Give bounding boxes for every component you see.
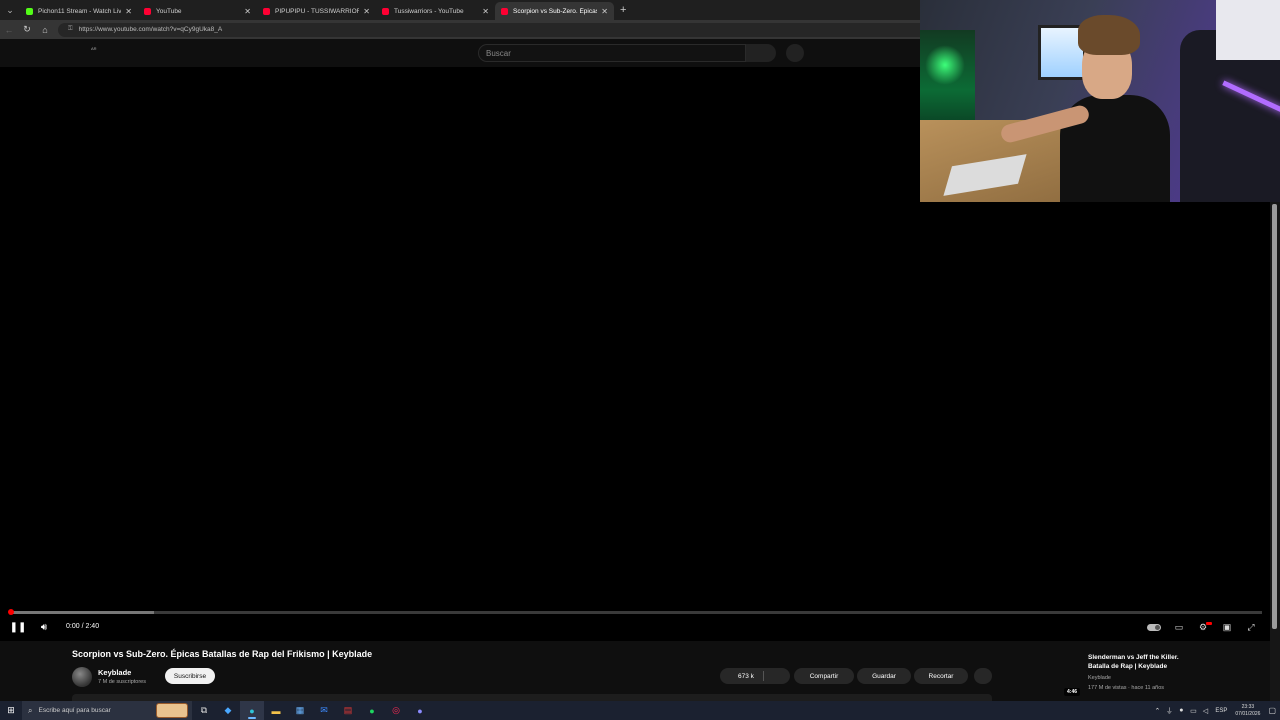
show-hidden-icons-chevron-icon[interactable]: ⌃ (1151, 707, 1163, 715)
tab-close-icon[interactable]: ✕ (244, 7, 251, 16)
search-icon: ⌕ (28, 705, 33, 715)
search-input[interactable]: Buscar (478, 44, 746, 62)
volume-tray-icon[interactable]: ◁ (1199, 707, 1211, 715)
video-title: Scorpion vs Sub-Zero. Épicas Batallas de… (72, 649, 373, 659)
hd-badge (1206, 622, 1212, 625)
news-app-icon[interactable]: ▤ (336, 701, 360, 720)
system-tray: ⌃ ⏚ ● ▭ ◁ ESP 23:33 07/01/2026 ▢ (1151, 701, 1280, 720)
tab-tussiwarriors[interactable]: Tussiwarriors - YouTube ✕ (376, 2, 495, 20)
like-count[interactable]: 673 k (738, 673, 754, 680)
spotify-icon[interactable]: ● (360, 701, 384, 720)
opera-gx-icon[interactable]: ◎ (384, 701, 408, 720)
kick-favicon-icon (26, 7, 33, 15)
progress-bar[interactable] (8, 609, 1262, 615)
notifications-icon[interactable]: ▢ (1268, 706, 1276, 715)
tab-close-icon[interactable]: ✕ (482, 7, 489, 16)
tab-kick-stream[interactable]: Pichon11 Stream - Watch Live on ✕ (20, 2, 138, 20)
channel-name[interactable]: Keyblade (98, 668, 131, 677)
like-divider (763, 671, 764, 681)
recommended-meta: 177 M de vistas · hace 11 años (1088, 685, 1165, 691)
webcam-green-light (925, 45, 965, 85)
video-details: Scorpion vs Sub-Zero. Épicas Batallas de… (0, 641, 1270, 701)
clock[interactable]: 23:33 07/01/2026 (1235, 704, 1260, 717)
usb-icon[interactable]: ⏚ (1163, 706, 1175, 716)
tab-pipupipu[interactable]: PIPUPIPU - TUSSIWARRIORS (VIDE ✕ (257, 2, 376, 20)
description-box[interactable] (72, 694, 992, 701)
webcam-overlay (920, 0, 1280, 202)
input-language[interactable]: ESP (1215, 708, 1227, 714)
site-info-icon[interactable]: ⚿ (68, 26, 73, 33)
theater-mode-icon[interactable]: ▣ (1219, 620, 1235, 634)
copilot-icon[interactable]: ◆ (216, 701, 240, 720)
clock-date: 07/01/2026 (1235, 710, 1261, 717)
autoplay-switch (1147, 623, 1161, 631)
save-button[interactable]: Guardar (857, 668, 911, 684)
windows-taskbar: ⊞ ⌕ Escribe aquí para buscar ⧉ ◆ ● ▬ ▦ ✉… (0, 701, 1280, 720)
tab-label: Pichon11 Stream - Watch Live on (38, 7, 122, 15)
youtube-favicon-icon (501, 7, 508, 15)
youtube-favicon-icon (144, 7, 151, 15)
time-display: 0:00 / 2:40 (66, 623, 100, 630)
taskbar-search-placeholder: Escribe aquí para buscar (38, 707, 111, 714)
new-tab-plus-icon[interactable]: + (620, 4, 626, 16)
home-icon[interactable]: ⌂ (36, 20, 54, 39)
mail-icon[interactable]: ✉ (312, 701, 336, 720)
taskbar-search-input[interactable]: ⌕ Escribe aquí para buscar (22, 701, 192, 720)
file-explorer-icon[interactable]: ▬ (264, 701, 288, 720)
channel-avatar[interactable] (72, 667, 92, 687)
network-icon[interactable]: ▭ (1187, 707, 1199, 715)
edge-browser-icon[interactable]: ● (240, 701, 264, 720)
address-bar[interactable]: ⚿ https://www.youtube.com/watch?v=qCy9gU… (58, 22, 938, 37)
url-text: https://www.youtube.com/watch?v=qCy9gUka… (78, 26, 223, 33)
recommended-duration: 4:46 (1064, 688, 1081, 696)
subscriber-count: 7 M de suscriptores (98, 679, 146, 685)
microsoft-store-icon[interactable]: ▦ (288, 701, 312, 720)
more-actions-button[interactable] (974, 668, 992, 684)
tab-label: Tussiwarriors - YouTube (394, 7, 464, 15)
screen: ⌄ Pichon11 Stream - Watch Live on ✕ YouT… (0, 0, 1280, 720)
country-code: AR (91, 46, 97, 51)
tab-label: PIPUPIPU - TUSSIWARRIORS (VIDE (275, 7, 360, 15)
autoplay-toggle[interactable] (1146, 620, 1162, 634)
search-placeholder: Buscar (486, 48, 511, 58)
subscribe-button[interactable]: Suscribirse (165, 668, 215, 684)
reload-icon[interactable]: ↻ (18, 20, 36, 39)
recommended-channel[interactable]: Keyblade (1088, 675, 1111, 681)
tab-scorpion-vs-subzero[interactable]: Scorpion vs Sub-Zero. Épicas ✕ (495, 2, 614, 20)
progress-buffered (10, 611, 154, 614)
voice-search-mic-icon[interactable] (786, 44, 804, 62)
tab-youtube[interactable]: YouTube ✕ (138, 2, 257, 20)
youtube-favicon-icon (382, 7, 389, 15)
webcam-streamer-hair (1078, 15, 1140, 55)
scrubber-handle[interactable] (8, 609, 14, 615)
like-dislike-group[interactable]: 673 k (720, 668, 790, 684)
windows-start-icon[interactable]: ⊞ (0, 701, 22, 720)
search-button[interactable] (746, 44, 776, 62)
discord-icon[interactable]: ● (408, 701, 432, 720)
microphone-icon[interactable]: ● (1175, 707, 1187, 714)
search-highlight-image[interactable] (156, 703, 188, 718)
share-button[interactable]: Compartir (794, 668, 854, 684)
task-view-icon[interactable]: ⧉ (192, 701, 216, 720)
subtitles-icon[interactable]: ▭ (1171, 620, 1187, 634)
back-arrow-icon[interactable]: ← (0, 20, 18, 39)
scrollbar-thumb[interactable] (1272, 204, 1277, 629)
youtube-favicon-icon (263, 7, 270, 15)
tab-search-chevron-icon[interactable]: ⌄ (0, 0, 20, 20)
clip-button[interactable]: Recortar (914, 668, 968, 684)
webcam-streamer (999, 15, 1170, 202)
tab-close-icon[interactable]: ✕ (125, 7, 132, 16)
fullscreen-icon[interactable]: ⤢ (1243, 620, 1259, 634)
pause-icon[interactable]: ❚❚ (10, 619, 27, 635)
tab-close-icon[interactable]: ✕ (363, 7, 370, 16)
tab-label: YouTube (156, 7, 182, 15)
volume-icon[interactable]: 🔊︎ (36, 619, 52, 635)
tab-label: Scorpion vs Sub-Zero. Épicas (513, 7, 598, 15)
recommended-title[interactable]: Slenderman vs Jeff the Killer. Batalla d… (1088, 653, 1188, 671)
webcam-shelf (1216, 0, 1280, 60)
tab-close-icon[interactable]: ✕ (601, 7, 608, 16)
